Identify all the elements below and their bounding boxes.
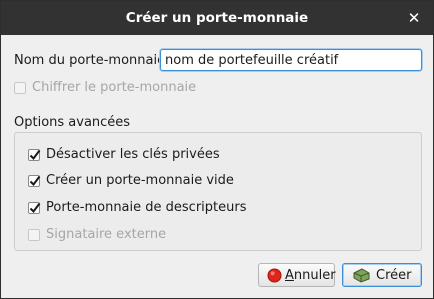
external-signer-label: Signataire externe (46, 227, 167, 242)
cancel-button[interactable]: Annuler (258, 263, 336, 287)
disable-private-keys-label: Désactiver les clés privées (46, 147, 220, 162)
checkbox-box (28, 229, 40, 241)
wallet-create-icon (353, 267, 371, 287)
cancel-label: Annuler (285, 268, 336, 283)
disable-private-keys-checkbox[interactable]: Désactiver les clés privées (28, 147, 328, 165)
checkbox-box (28, 149, 41, 161)
checkbox-box (28, 202, 41, 214)
advanced-options-title: Options avancées (14, 115, 131, 130)
title-bar[interactable]: Créer un porte-monnaie ✕ (1, 1, 433, 35)
create-button[interactable]: Créer (342, 263, 422, 287)
external-signer-checkbox[interactable]: Signataire externe (28, 227, 328, 245)
encrypt-wallet-checkbox[interactable]: Chiffrer le porte-monnaie (14, 80, 214, 98)
wallet-name-input[interactable] (160, 49, 422, 71)
cancel-icon (267, 268, 282, 287)
checkmark-icon (29, 175, 41, 187)
create-wallet-dialog: Créer un porte-monnaie ✕ Nom du porte-mo… (0, 0, 434, 299)
dialog-title: Créer un porte-monnaie (125, 10, 309, 26)
encrypt-checkbox-box (14, 82, 26, 94)
create-label: Créer (376, 268, 412, 283)
descriptor-wallet-label: Porte-monnaie de descripteurs (46, 200, 247, 215)
blank-wallet-label: Créer un porte-monnaie vide (46, 173, 234, 188)
checkmark-icon (29, 202, 41, 214)
encrypt-wallet-label: Chiffrer le porte-monnaie (32, 80, 197, 95)
close-icon[interactable]: ✕ (403, 7, 425, 29)
checkbox-box (28, 175, 41, 187)
checkmark-icon (29, 149, 41, 161)
blank-wallet-checkbox[interactable]: Créer un porte-monnaie vide (28, 173, 328, 191)
wallet-name-label: Nom du porte-monnaie (14, 53, 166, 68)
descriptor-wallet-checkbox[interactable]: Porte-monnaie de descripteurs (28, 200, 328, 218)
advanced-options-group: Désactiver les clés privées Créer un por… (14, 132, 422, 251)
